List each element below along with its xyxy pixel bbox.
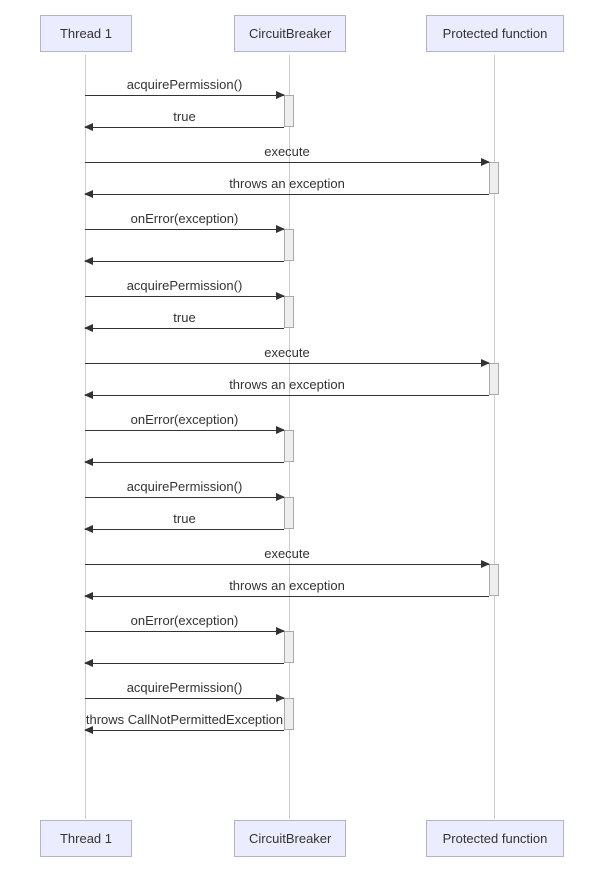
arrow-15	[85, 564, 489, 565]
arrow-4	[85, 194, 489, 195]
arrow-18	[85, 663, 284, 664]
msg-label-7: acquirePermission()	[85, 278, 284, 293]
msg-label-14: true	[85, 511, 284, 526]
msg-label-9: execute	[85, 345, 489, 360]
msg-label-4: throws an exception	[85, 176, 489, 191]
arrow-1	[85, 95, 284, 96]
activation-func-2	[489, 363, 499, 395]
participant-thread-label-b: Thread 1	[60, 831, 112, 846]
arrow-3	[85, 162, 489, 163]
participant-func-label: Protected function	[443, 26, 548, 41]
arrow-13	[85, 497, 284, 498]
participant-breaker-label: CircuitBreaker	[249, 26, 331, 41]
msg-label-17: onError(exception)	[85, 613, 284, 628]
msg-label-15: execute	[85, 546, 489, 561]
activation-breaker-2	[284, 296, 294, 328]
msg-label-8: true	[85, 310, 284, 325]
activation-breaker-2b	[284, 430, 294, 462]
arrow-10	[85, 395, 489, 396]
participant-thread-bottom: Thread 1	[40, 820, 132, 857]
msg-label-16: throws an exception	[85, 578, 489, 593]
arrow-9	[85, 363, 489, 364]
msg-label-11: onError(exception)	[85, 412, 284, 427]
participant-breaker-label-b: CircuitBreaker	[249, 831, 331, 846]
msg-label-2: true	[85, 109, 284, 124]
msg-label-10: throws an exception	[85, 377, 489, 392]
arrow-2	[85, 127, 284, 128]
msg-label-13: acquirePermission()	[85, 479, 284, 494]
participant-func-label-b: Protected function	[443, 831, 548, 846]
activation-breaker-1b	[284, 229, 294, 261]
arrow-12	[85, 462, 284, 463]
arrow-7	[85, 296, 284, 297]
activation-breaker-4	[284, 698, 294, 730]
participant-breaker-bottom: CircuitBreaker	[234, 820, 346, 857]
msg-label-1: acquirePermission()	[85, 77, 284, 92]
arrow-19	[85, 698, 284, 699]
msg-label-19: acquirePermission()	[85, 680, 284, 695]
arrow-16	[85, 596, 489, 597]
participant-thread-top: Thread 1	[40, 15, 132, 52]
arrow-5	[85, 229, 284, 230]
activation-breaker-3b	[284, 631, 294, 663]
participant-func-top: Protected function	[426, 15, 564, 52]
arrow-20	[85, 730, 284, 731]
arrow-6	[85, 261, 284, 262]
activation-func-1	[489, 162, 499, 194]
participant-thread-label: Thread 1	[60, 26, 112, 41]
arrow-11	[85, 430, 284, 431]
sequence-diagram: Thread 1 CircuitBreaker Protected functi…	[0, 0, 607, 874]
activation-breaker-1	[284, 95, 294, 127]
msg-label-20: throws CallNotPermittedException	[85, 712, 284, 727]
msg-label-3: execute	[85, 144, 489, 159]
participant-func-bottom: Protected function	[426, 820, 564, 857]
msg-label-5: onError(exception)	[85, 211, 284, 226]
arrow-8	[85, 328, 284, 329]
arrow-14	[85, 529, 284, 530]
activation-func-3	[489, 564, 499, 596]
arrow-17	[85, 631, 284, 632]
activation-breaker-3	[284, 497, 294, 529]
participant-breaker-top: CircuitBreaker	[234, 15, 346, 52]
lifeline-thread	[85, 55, 86, 819]
